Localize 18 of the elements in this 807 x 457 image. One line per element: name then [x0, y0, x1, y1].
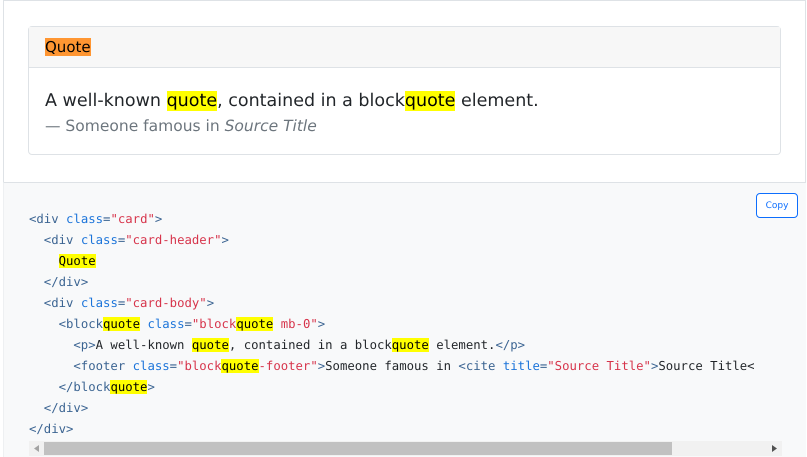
scrollbar-thumb[interactable]: [44, 442, 672, 455]
code-line: <div class="card">: [29, 211, 164, 228]
code-line: </div>: [29, 421, 74, 438]
copy-button[interactable]: Copy: [756, 193, 798, 218]
code-line: <p>A well-known quote, contained in a blockquote element.</p>: [72, 337, 526, 354]
code-line: <div class="card-body">: [42, 295, 216, 312]
card-header: Quote: [29, 27, 780, 68]
code-line: <div class="card-header">: [42, 232, 230, 249]
code-line: </div>: [42, 400, 90, 417]
code-line: <blockquote class="blockquote mb-0">: [58, 316, 326, 333]
scroll-left-icon[interactable]: [34, 445, 39, 452]
scroll-right-icon[interactable]: [772, 445, 777, 452]
horizontal-scrollbar[interactable]: [29, 441, 782, 456]
quote-text: A well-known quote, contained in a blockquote element.: [45, 90, 540, 113]
quote-footer: — Someone famous in Source Title: [45, 114, 764, 138]
code-line: </div>: [42, 274, 90, 291]
code-line: <footer class="blockquote-footer">Someone famous in <cite title="Source Title">Source Title<: [72, 358, 756, 375]
code-line: </blockquote>: [58, 379, 156, 396]
